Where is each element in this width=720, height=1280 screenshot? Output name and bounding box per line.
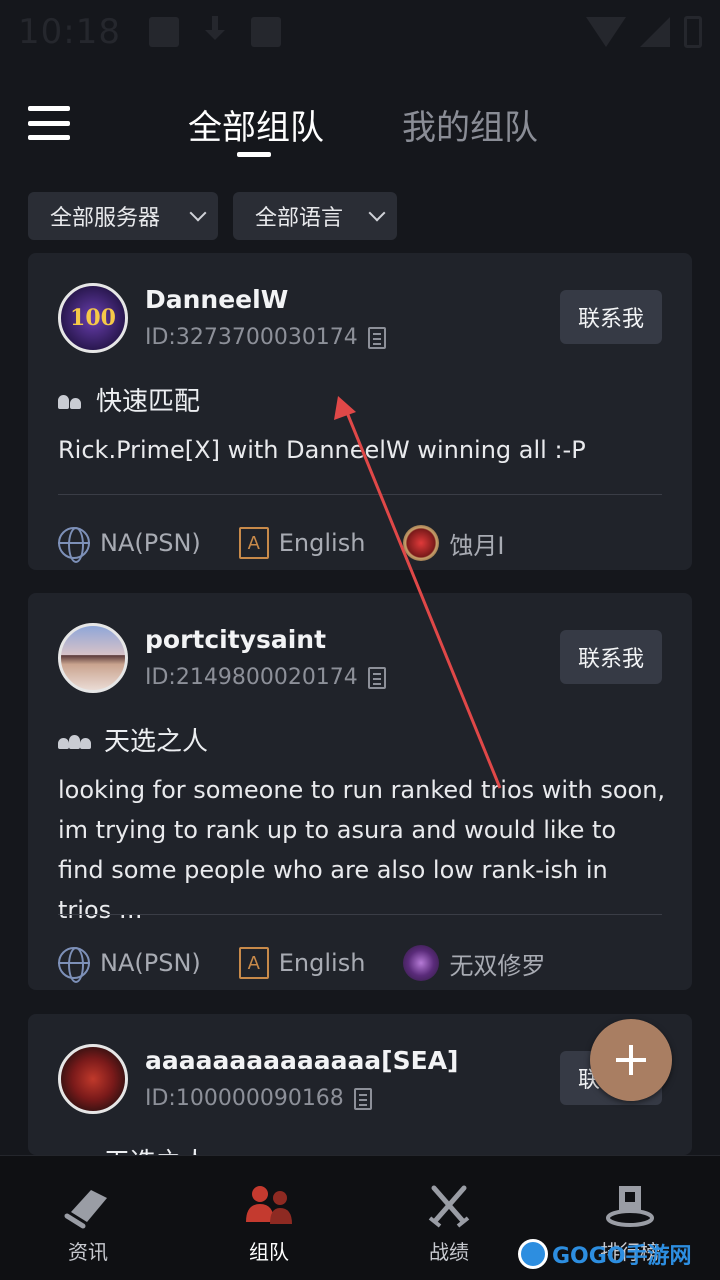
- chevron-down-icon: [189, 204, 207, 222]
- user-id-text: ID:100000090168: [145, 1086, 344, 1111]
- team-description: Rick.Prime[X] with DanneelW winning all …: [58, 436, 586, 464]
- create-team-fab[interactable]: [590, 1019, 672, 1101]
- chevron-down-icon: [368, 204, 386, 222]
- language-label: English: [278, 529, 366, 557]
- globe-icon: [58, 527, 90, 563]
- crossed-swords-icon: [428, 1185, 470, 1228]
- team-card[interactable]: aaaaaaaaaaaaaa[SEA] ID:100000090168 联系我 …: [28, 1014, 692, 1155]
- contact-me-button[interactable]: 联系我: [560, 290, 662, 344]
- user-id-text: ID:2149800020174: [145, 665, 358, 690]
- match-mode: 快速匹配: [58, 381, 200, 418]
- user-id: ID:2149800020174: [145, 665, 386, 690]
- contact-me-button[interactable]: 联系我: [560, 630, 662, 684]
- watermark-text: GOGO手游网: [552, 1244, 692, 1269]
- divider: [58, 914, 662, 915]
- status-bar: 10:18: [0, 0, 720, 64]
- copy-icon[interactable]: [353, 1087, 372, 1110]
- podium-icon: [606, 1186, 654, 1227]
- app-notification-icon: [250, 17, 281, 47]
- username: portcitysaint: [145, 625, 327, 654]
- match-mode-label: 快速匹配: [96, 387, 201, 417]
- team-icon: [246, 1186, 292, 1224]
- avatar[interactable]: [58, 1044, 128, 1114]
- nav-record-label: 战绩: [429, 1240, 469, 1264]
- nav-team[interactable]: 组队: [209, 1182, 329, 1265]
- team-card[interactable]: portcitysaint ID:2149800020174 联系我 天选之人 …: [28, 593, 692, 990]
- match-mode-label: 天选之人: [104, 1142, 208, 1155]
- nav-news[interactable]: 资讯: [28, 1182, 148, 1265]
- download-icon: [201, 16, 229, 48]
- globe-icon: [58, 947, 90, 983]
- avatar[interactable]: 100: [58, 283, 128, 353]
- avatar[interactable]: [58, 623, 128, 693]
- language-filter-label: 全部语言: [255, 206, 344, 231]
- battery-icon: [684, 16, 702, 48]
- rank-badge-icon: [403, 525, 440, 561]
- copy-icon[interactable]: [367, 326, 386, 349]
- match-mode: 天选之人: [58, 1142, 208, 1155]
- menu-icon[interactable]: [28, 106, 70, 140]
- nav-record[interactable]: 战绩: [389, 1182, 509, 1265]
- team-meta: NA(PSN) A English 蚀月I: [58, 525, 543, 563]
- user-id: ID:3273700030174: [145, 325, 386, 350]
- watermark-circle-icon: [518, 1239, 548, 1269]
- team-description: looking for someone to run ranked trios …: [58, 776, 666, 924]
- tab-all-teams[interactable]: 全部组队: [188, 100, 324, 149]
- top-nav: 全部组队 我的组队: [0, 88, 720, 168]
- duo-players-icon: [58, 391, 84, 409]
- user-id-text: ID:3273700030174: [145, 325, 358, 350]
- server-filter-dropdown[interactable]: 全部服务器: [28, 192, 218, 240]
- language-icon: A: [238, 527, 269, 559]
- watermark-logo: GOGO手游网: [518, 1236, 692, 1272]
- username: aaaaaaaaaaaaaa[SEA]: [145, 1046, 459, 1075]
- server-label: NA(PSN): [100, 529, 201, 557]
- user-id: ID:100000090168: [145, 1086, 372, 1111]
- match-mode-label: 天选之人: [104, 727, 209, 757]
- copy-icon[interactable]: [367, 666, 386, 689]
- language-icon: A: [238, 947, 269, 979]
- nav-team-label: 组队: [249, 1240, 289, 1264]
- divider: [58, 494, 662, 495]
- language-label: English: [278, 949, 366, 977]
- avatar-badge-text: 100: [70, 305, 116, 331]
- server-label: NA(PSN): [100, 949, 201, 977]
- tab-my-teams[interactable]: 我的组队: [402, 100, 538, 149]
- status-time: 10:18: [18, 12, 121, 52]
- wifi-icon: [586, 17, 626, 47]
- rank-label: 无双修罗: [449, 951, 546, 980]
- server-filter-label: 全部服务器: [50, 206, 161, 231]
- signal-icon: [640, 17, 670, 47]
- rank-badge-icon: [403, 945, 440, 981]
- team-card[interactable]: 100 DanneelW ID:3273700030174 联系我 快速匹配 R…: [28, 253, 692, 570]
- nav-news-label: 资讯: [68, 1240, 108, 1264]
- username: DanneelW: [145, 285, 289, 314]
- image-notification-icon: [148, 17, 179, 47]
- active-tab-indicator: [237, 152, 271, 157]
- language-filter-dropdown[interactable]: 全部语言: [233, 192, 397, 240]
- rank-label: 蚀月I: [449, 531, 505, 560]
- scroll-icon: [64, 1190, 107, 1229]
- match-mode: 天选之人: [58, 721, 208, 758]
- trio-players-icon: [58, 731, 92, 749]
- team-meta: NA(PSN) A English 无双修罗: [58, 945, 583, 983]
